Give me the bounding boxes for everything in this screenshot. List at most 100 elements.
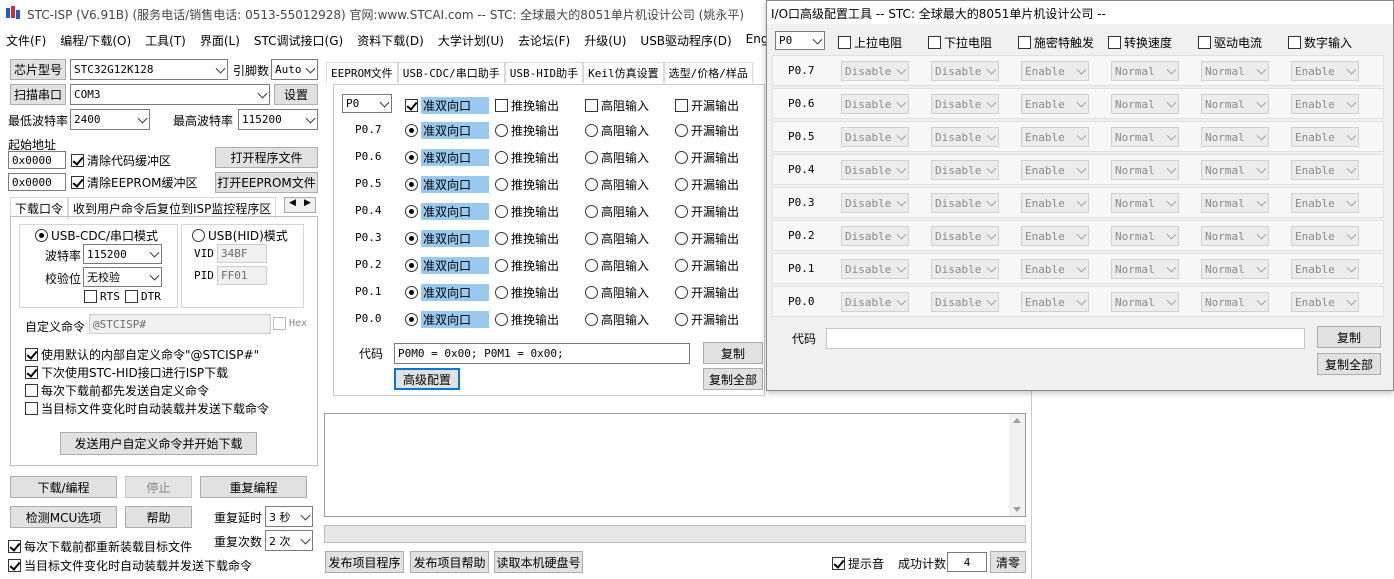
adv-select-schmitt[interactable]: Enable [1021, 193, 1089, 213]
rts-checkbox[interactable]: RTS [84, 290, 120, 303]
all-push-pull-checkbox[interactable]: 推挽输出 [495, 97, 559, 114]
advanced-config-button[interactable]: 高级配置 [394, 368, 460, 390]
pin-mode-radio-push-pull[interactable]: 推挽输出 [495, 257, 559, 274]
menu-university[interactable]: 大学计划(U) [438, 32, 504, 49]
adv-select-digital-input[interactable]: Enable [1291, 292, 1359, 312]
download-program-button[interactable]: 下载/编程 [10, 476, 117, 498]
pin-mode-radio-open-drain[interactable]: 开漏输出 [675, 203, 739, 220]
adv-port-select[interactable]: P0 [775, 31, 825, 50]
all-quasi-bidir-checkbox[interactable]: 准双向口 [405, 97, 489, 114]
adv-copy-all-button[interactable]: 复制全部 [1317, 353, 1381, 375]
adv-select-slew[interactable]: Normal [1111, 193, 1179, 213]
port-select[interactable]: COM3 [70, 84, 270, 105]
pin-mode-radio-open-drain[interactable]: 开漏输出 [675, 257, 739, 274]
adv-select-pulldown[interactable]: Disable [931, 61, 999, 81]
adv-select-pullup[interactable]: Disable [841, 61, 909, 81]
pin-mode-radio-push-pull[interactable]: 推挽输出 [495, 149, 559, 166]
adv-select-slew[interactable]: Normal [1111, 61, 1179, 81]
max-baud-select[interactable]: 115200 [238, 109, 318, 130]
adv-select-digital-input[interactable]: Enable [1291, 193, 1359, 213]
adv-select-drive[interactable]: Normal [1201, 259, 1269, 279]
adv-code-output[interactable] [826, 328, 1305, 349]
publish-help-button[interactable]: 发布项目帮助 [410, 551, 489, 573]
scroll-down-icon[interactable] [1013, 507, 1021, 512]
adv-select-pullup[interactable]: Disable [841, 127, 909, 147]
parity-select[interactable]: 无校验 [83, 267, 162, 287]
pin-mode-radio-open-drain[interactable]: 开漏输出 [675, 176, 739, 193]
repeat-count-select[interactable]: 2 次 [265, 530, 313, 551]
chevron-left-icon[interactable]: ◀ [285, 198, 300, 212]
adv-select-pullup[interactable]: Disable [841, 226, 909, 246]
adv-select-pullup[interactable]: Disable [841, 94, 909, 114]
adv-select-drive[interactable]: Normal [1201, 94, 1269, 114]
all-open-drain-checkbox[interactable]: 开漏输出 [675, 97, 739, 114]
menu-interface[interactable]: 界面(L) [200, 32, 240, 49]
mid-copy-button[interactable]: 复制 [703, 342, 763, 364]
reload-before-download-checkbox[interactable]: 每次下载前都重新装载目标文件 [8, 538, 192, 555]
pin-mode-radio-push-pull[interactable]: 推挽输出 [495, 284, 559, 301]
send-before-download-checkbox[interactable]: 每次下载前都先发送自定义命令 [25, 382, 209, 399]
adv-select-digital-input[interactable]: Enable [1291, 61, 1359, 81]
adv-header-pullup[interactable]: 上拉电阻 [838, 34, 902, 51]
pin-mode-radio-quasi-bidir[interactable]: 准双向口 [405, 257, 489, 274]
adv-select-schmitt[interactable]: Enable [1021, 127, 1089, 147]
adv-header-slew[interactable]: 转换速度 [1108, 34, 1172, 51]
adv-select-schmitt[interactable]: Enable [1021, 292, 1089, 312]
pin-mode-radio-open-drain[interactable]: 开漏输出 [675, 122, 739, 139]
start-address-input-2[interactable]: 0x0000 [8, 173, 66, 191]
send-command-download-button[interactable]: 发送用户自定义命令并开始下载 [60, 432, 257, 455]
auto-send-on-change-checkbox[interactable]: 当目标文件变化时自动装载并发送下载命令 [25, 400, 269, 417]
menu-file[interactable]: 文件(F) [6, 32, 46, 49]
chip-type-button[interactable]: 芯片型号 [10, 59, 66, 80]
clear-code-checkbox[interactable]: 清除代码缓冲区 [71, 152, 171, 169]
adv-select-drive[interactable]: Normal [1201, 193, 1269, 213]
baud-select[interactable]: 115200 [83, 244, 162, 264]
start-address-input-1[interactable]: 0x0000 [8, 151, 66, 169]
pin-mode-radio-quasi-bidir[interactable]: 准双向口 [405, 122, 489, 139]
scan-port-button[interactable]: 扫描串口 [10, 84, 66, 105]
menu-tools[interactable]: 工具(T) [145, 32, 186, 49]
pin-mode-radio-high-impedance[interactable]: 高阻输入 [585, 284, 649, 301]
tab-usb-cdc-helper[interactable]: USB-CDC/串口助手 [397, 62, 505, 83]
settings-button[interactable]: 设置 [274, 84, 318, 105]
open-program-button[interactable]: 打开程序文件 [215, 147, 318, 168]
pin-mode-radio-push-pull[interactable]: 推挽输出 [495, 122, 559, 139]
all-high-impedance-checkbox[interactable]: 高阻输入 [585, 97, 649, 114]
usb-cdc-radio[interactable]: USB-CDC/串口模式 [33, 227, 161, 244]
dtr-checkbox[interactable]: DTR [125, 290, 161, 303]
pin-mode-radio-high-impedance[interactable]: 高阻输入 [585, 230, 649, 247]
adv-select-pullup[interactable]: Disable [841, 259, 909, 279]
usb-hid-radio[interactable]: USB(HID)模式 [190, 227, 290, 244]
adv-select-schmitt[interactable]: Enable [1021, 61, 1089, 81]
detect-mcu-button[interactable]: 检测MCU选项 [10, 506, 117, 528]
pin-mode-radio-open-drain[interactable]: 开漏输出 [675, 311, 739, 328]
adv-select-slew[interactable]: Normal [1111, 94, 1179, 114]
read-disk-id-button[interactable]: 读取本机硬盘号 [494, 551, 583, 573]
min-baud-select[interactable]: 2400 [70, 109, 150, 130]
pin-mode-radio-quasi-bidir[interactable]: 准双向口 [405, 311, 489, 328]
menu-debug[interactable]: STC调试接口(G) [254, 32, 343, 49]
menu-program[interactable]: 编程/下载(O) [60, 32, 131, 49]
adv-select-pulldown[interactable]: Disable [931, 259, 999, 279]
pin-mode-radio-quasi-bidir[interactable]: 准双向口 [405, 176, 489, 193]
pin-mode-radio-high-impedance[interactable]: 高阻输入 [585, 311, 649, 328]
adv-select-drive[interactable]: Normal [1201, 61, 1269, 81]
pin-mode-radio-high-impedance[interactable]: 高阻输入 [585, 257, 649, 274]
adv-header-drive[interactable]: 驱动电流 [1198, 34, 1262, 51]
adv-select-drive[interactable]: Normal [1201, 127, 1269, 147]
pin-mode-radio-push-pull[interactable]: 推挽输出 [495, 176, 559, 193]
custom-command-input[interactable]: @STCISP# [89, 314, 271, 334]
tab-usb-hid-helper[interactable]: USB-HID助手 [504, 62, 584, 83]
adv-select-digital-input[interactable]: Enable [1291, 226, 1359, 246]
adv-header-pulldown[interactable]: 下拉电阻 [928, 34, 992, 51]
pin-mode-radio-push-pull[interactable]: 推挽输出 [495, 203, 559, 220]
adv-select-pullup[interactable]: Disable [841, 193, 909, 213]
adv-select-schmitt[interactable]: Enable [1021, 94, 1089, 114]
adv-copy-button[interactable]: 复制 [1317, 326, 1381, 348]
use-default-command-checkbox[interactable]: 使用默认的内部自定义命令"@STCISP#" [25, 346, 259, 363]
pin-mode-radio-quasi-bidir[interactable]: 准双向口 [405, 230, 489, 247]
adv-header-schmitt[interactable]: 施密特触发 [1018, 34, 1094, 51]
adv-select-pulldown[interactable]: Disable [931, 160, 999, 180]
menu-usb-driver[interactable]: USB驱动程序(D) [640, 32, 731, 49]
pin-mode-radio-quasi-bidir[interactable]: 准双向口 [405, 284, 489, 301]
